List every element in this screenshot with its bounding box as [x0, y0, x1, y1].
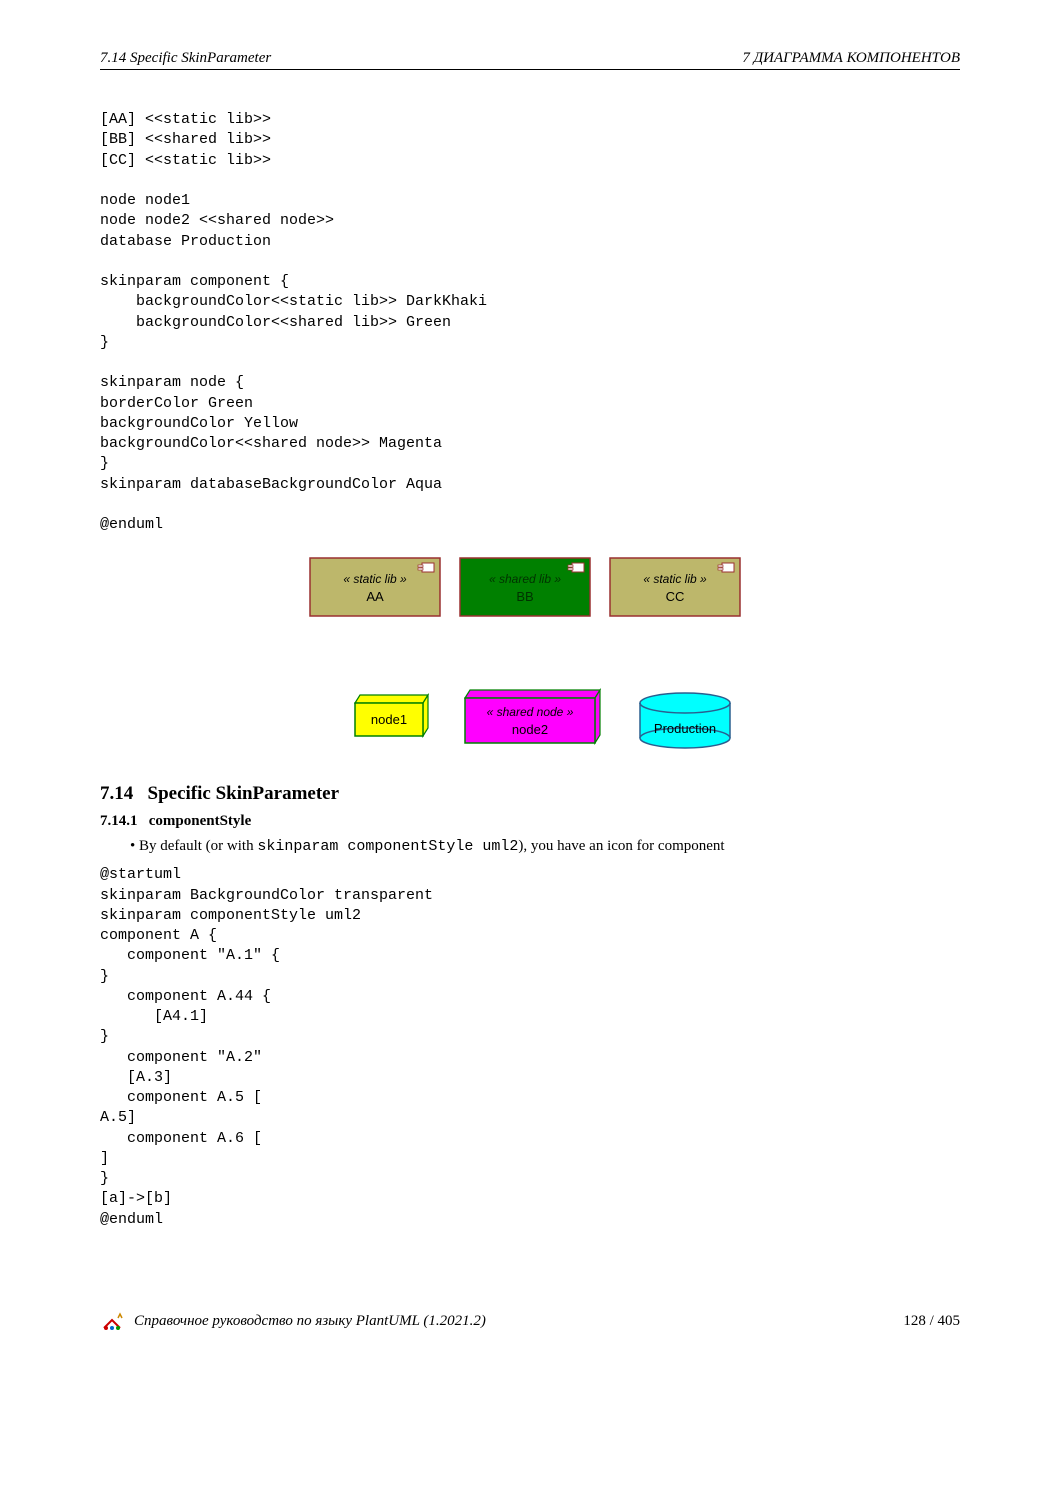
header-left: 7.14 Specific SkinParameter	[100, 50, 271, 67]
svg-text:CC: CC	[666, 589, 685, 604]
header-right: 7 ДИАГРАММА КОМПОНЕНТОВ	[742, 50, 960, 67]
svg-text:« shared node »: « shared node »	[487, 705, 574, 719]
database-production: Production	[640, 693, 730, 748]
svg-text:AA: AA	[366, 589, 384, 604]
svg-text:« static lib »: « static lib »	[343, 572, 407, 586]
svg-text:Production: Production	[654, 721, 716, 736]
diagram: « static lib » AA « shared lib » BB « st…	[100, 553, 960, 753]
component-cc: « static lib » CC	[610, 558, 740, 616]
page-number: 128 / 405	[903, 1313, 960, 1330]
page-header: 7.14 Specific SkinParameter 7 ДИАГРАММА …	[100, 50, 960, 70]
page-footer: Справочное руководство по языку PlantUML…	[100, 1310, 960, 1334]
component-aa: « static lib » AA	[310, 558, 440, 616]
svg-text:node2: node2	[512, 722, 548, 737]
plantuml-logo-icon	[100, 1310, 124, 1334]
code-block-1: [AA] <<static lib>> [BB] <<shared lib>> …	[100, 110, 960, 535]
svg-text:BB: BB	[516, 589, 533, 604]
bullet-text: • By default (or with skinparam componen…	[130, 838, 960, 855]
node1: node1	[355, 695, 428, 736]
svg-text:« static lib »: « static lib »	[643, 572, 707, 586]
svg-text:node1: node1	[371, 712, 407, 727]
svg-text:« shared lib »: « shared lib »	[489, 572, 561, 586]
code-block-2: @startuml skinparam BackgroundColor tran…	[100, 865, 960, 1230]
subsection-heading: 7.14.1 componentStyle	[100, 813, 960, 830]
footer-text: Справочное руководство по языку PlantUML…	[134, 1313, 486, 1330]
uml-diagram-svg: « static lib » AA « shared lib » BB « st…	[300, 553, 760, 753]
component-bb: « shared lib » BB	[460, 558, 590, 616]
section-heading: 7.14 Specific SkinParameter	[100, 783, 960, 805]
node2: « shared node » node2	[465, 690, 600, 743]
